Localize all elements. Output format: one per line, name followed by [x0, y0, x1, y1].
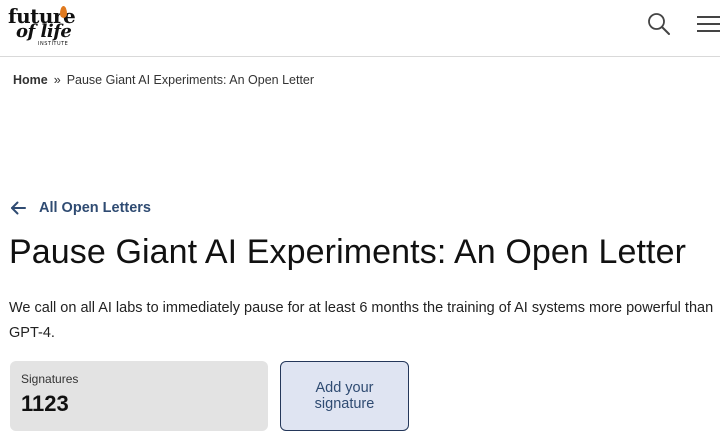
breadcrumb-current: Pause Giant AI Experiments: An Open Lett… [66, 73, 315, 87]
breadcrumb-separator: » [53, 73, 61, 87]
breadcrumb: Home » Pause Giant AI Experiments: An Open… [13, 73, 314, 87]
all-open-letters-label: All Open Letters [39, 200, 151, 216]
add-signature-label: Add your signature [314, 380, 375, 412]
logo-line-3: INSTITUTE [38, 41, 69, 47]
hamburger-menu-button[interactable] [695, 13, 720, 35]
flame-icon [60, 6, 67, 18]
future-of-life-logo[interactable]: future of life INSTITUTE [8, 4, 80, 48]
hamburger-menu-icon-bar [697, 30, 720, 32]
arrow-left-icon [11, 201, 26, 215]
signatures-card: Signatures 1123 [10, 361, 268, 431]
page-description: We call on all AI labs to immediately pa… [9, 300, 714, 341]
search-icon [648, 13, 670, 35]
page-title: Pause Giant AI Experiments: An Open Lett… [9, 233, 687, 271]
signatures-label: Signatures [21, 372, 79, 386]
add-signature-button[interactable]: Add your signature [280, 361, 409, 431]
logo-line-2: of life [16, 21, 72, 42]
all-open-letters-link[interactable]: All Open Letters [10, 198, 151, 218]
signatures-count: 1123 [21, 391, 69, 416]
site-header: future of life INSTITUTE [0, 0, 720, 57]
breadcrumb-home-link[interactable]: Home [13, 73, 48, 87]
search-button[interactable] [646, 11, 672, 37]
hamburger-menu-icon [697, 16, 720, 18]
hamburger-menu-icon-bar [697, 23, 720, 25]
